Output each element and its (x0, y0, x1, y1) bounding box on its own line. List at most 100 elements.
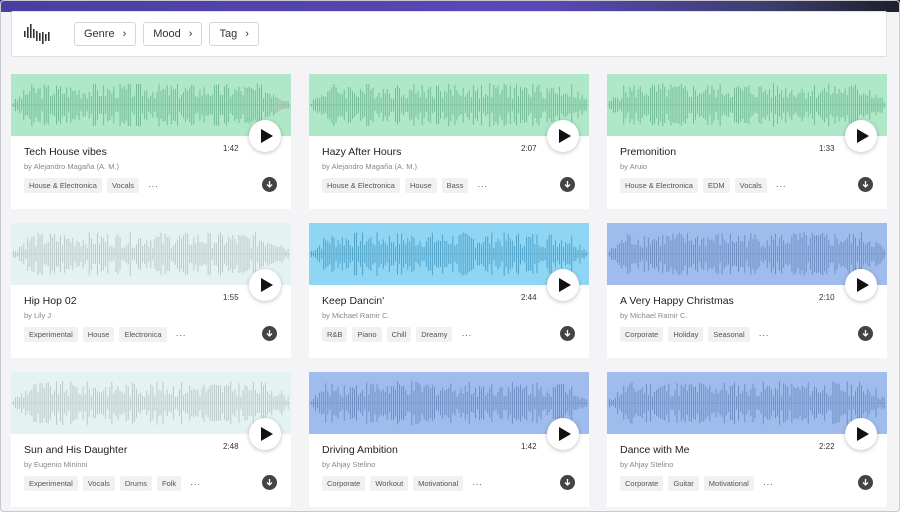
tag-chip[interactable]: Corporate (620, 327, 664, 342)
waveform[interactable] (607, 223, 887, 285)
download-button[interactable] (262, 177, 277, 192)
tag-chip[interactable]: Corporate (620, 476, 664, 491)
tag-chip[interactable]: Corporate (322, 476, 366, 491)
track-title[interactable]: Premonition (620, 146, 676, 158)
tag-chip[interactable]: House & Electronica (24, 178, 102, 193)
more-tags-button[interactable]: ··· (186, 479, 205, 489)
play-button[interactable] (547, 120, 579, 152)
track-card[interactable]: Sun and His Daughter 2:48 by Eugenio Minin… (11, 372, 291, 507)
tag-chip[interactable]: Drums (119, 476, 152, 491)
download-button[interactable] (858, 177, 873, 192)
tag-chip[interactable]: Holiday (668, 327, 704, 342)
waveform-logo-icon[interactable] (24, 22, 52, 46)
track-title[interactable]: Dance with Me (620, 444, 689, 456)
download-button[interactable] (858, 326, 873, 341)
play-button[interactable] (845, 418, 877, 450)
track-artist[interactable]: by Michael Ramir C. (322, 311, 390, 320)
waveform[interactable] (309, 372, 589, 434)
tag-chip[interactable]: Experimental (24, 476, 78, 491)
more-tags-button[interactable]: ··· (457, 330, 476, 340)
track-title[interactable]: Sun and His Daughter (24, 444, 127, 456)
waveform[interactable] (309, 74, 589, 136)
tag-chip[interactable]: Electronica (119, 327, 167, 342)
download-button[interactable] (560, 177, 575, 192)
track-title[interactable]: Tech House vibes (24, 146, 107, 158)
track-artist[interactable]: by Alejandro Magaña (A. M.) (322, 162, 417, 171)
track-artist[interactable]: by Alejandro Magaña (A. M.) (24, 162, 119, 171)
tag-chip[interactable]: Piano (352, 327, 382, 342)
tag-chip[interactable]: Folk (156, 476, 182, 491)
track-title[interactable]: Hazy After Hours (322, 146, 401, 158)
download-button[interactable] (262, 326, 277, 341)
play-button[interactable] (249, 418, 281, 450)
tag-chip[interactable]: EDM (702, 178, 730, 193)
play-button[interactable] (845, 269, 877, 301)
track-card[interactable]: Hazy After Hours 2:07 by Alejandro Magaña … (309, 74, 589, 209)
tag-chip[interactable]: Dreamy (416, 327, 453, 342)
track-card[interactable]: Keep Dancin' 2:44 by Michael Ramir C. R&B Pi… (309, 223, 589, 358)
tag-chip[interactable]: Vocals (106, 178, 140, 193)
chevron-right-icon: › (122, 28, 127, 40)
track-card[interactable]: Premonition 1:33 by Aruio House & Electroni… (607, 74, 887, 209)
track-artist[interactable]: by Michael Ramir C. (620, 311, 688, 320)
tag-chip[interactable]: Motivational (703, 476, 754, 491)
tag-filter-button[interactable]: Tag › (209, 22, 259, 46)
download-button[interactable] (262, 475, 277, 490)
track-duration: 2:07 (521, 144, 537, 153)
more-tags-button[interactable]: ··· (759, 479, 778, 489)
play-button[interactable] (249, 120, 281, 152)
track-title[interactable]: A Very Happy Christmas (620, 295, 734, 307)
waveform[interactable] (11, 223, 291, 285)
track-artist[interactable]: by Eugenio Mininni (24, 460, 87, 469)
tag-chip[interactable]: House (404, 178, 437, 193)
download-button[interactable] (560, 475, 575, 490)
play-button[interactable] (845, 120, 877, 152)
tag-chip[interactable]: Experimental (24, 327, 78, 342)
tag-chip[interactable]: House (82, 327, 115, 342)
waveform[interactable] (607, 74, 887, 136)
tag-chip[interactable]: House & Electronica (322, 178, 400, 193)
play-button[interactable] (249, 269, 281, 301)
track-title[interactable]: Keep Dancin' (322, 295, 384, 307)
play-button[interactable] (547, 418, 579, 450)
tag-chip[interactable]: Workout (370, 476, 409, 491)
track-artist[interactable]: by Ahjay Stelino (322, 460, 375, 469)
tag-chip[interactable]: Vocals (82, 476, 115, 491)
tag-chip[interactable]: Vocals (734, 178, 767, 193)
track-title[interactable]: Driving Ambition (322, 444, 398, 456)
track-title[interactable]: Hip Hop 02 (24, 295, 77, 307)
tag-chip[interactable]: Guitar (668, 476, 699, 491)
download-button[interactable] (560, 326, 575, 341)
tag-chip[interactable]: Seasonal (708, 327, 750, 342)
track-card[interactable]: A Very Happy Christmas 2:10 by Michael Ram… (607, 223, 887, 358)
track-artist[interactable]: by Lily J (24, 311, 51, 320)
waveform[interactable] (309, 223, 589, 285)
tag-chip[interactable]: House & Electronica (620, 178, 698, 193)
track-artist[interactable]: by Ahjay Stelino (620, 460, 673, 469)
track-card[interactable]: Tech House vibes 1:42 by Alejandro Magaña … (11, 74, 291, 209)
waveform[interactable] (11, 74, 291, 136)
track-card[interactable]: Dance with Me 2:22 by Ahjay Stelino Corpora… (607, 372, 887, 507)
more-tags-button[interactable]: ··· (172, 330, 191, 340)
more-tags-button[interactable]: ··· (473, 181, 492, 191)
more-tags-button[interactable]: ··· (468, 479, 487, 489)
play-button[interactable] (547, 269, 579, 301)
tag-chip[interactable]: Motivational (413, 476, 464, 491)
download-button[interactable] (858, 475, 873, 490)
tag-chip[interactable]: R&B (322, 327, 348, 342)
track-duration: 2:22 (819, 442, 835, 451)
track-card[interactable]: Driving Ambition 1:42 by Ahjay Stelino Corp… (309, 372, 589, 507)
tag-chip[interactable]: Chill (386, 327, 412, 342)
tag-chip[interactable]: Bass (441, 178, 469, 193)
track-artist[interactable]: by Aruio (620, 162, 647, 171)
tag-list: R&B Piano Chill Dreamy ··· (322, 327, 476, 342)
more-tags-button[interactable]: ··· (755, 330, 774, 340)
more-tags-button[interactable]: ··· (772, 181, 791, 191)
waveform[interactable] (11, 372, 291, 434)
genre-filter-button[interactable]: Genre › (74, 22, 137, 46)
more-tags-button[interactable]: ··· (144, 181, 163, 191)
waveform[interactable] (607, 372, 887, 434)
download-icon (564, 479, 571, 486)
mood-filter-button[interactable]: Mood › (143, 22, 203, 46)
track-card[interactable]: Hip Hop 02 1:55 by Lily J Experimental House… (11, 223, 291, 358)
